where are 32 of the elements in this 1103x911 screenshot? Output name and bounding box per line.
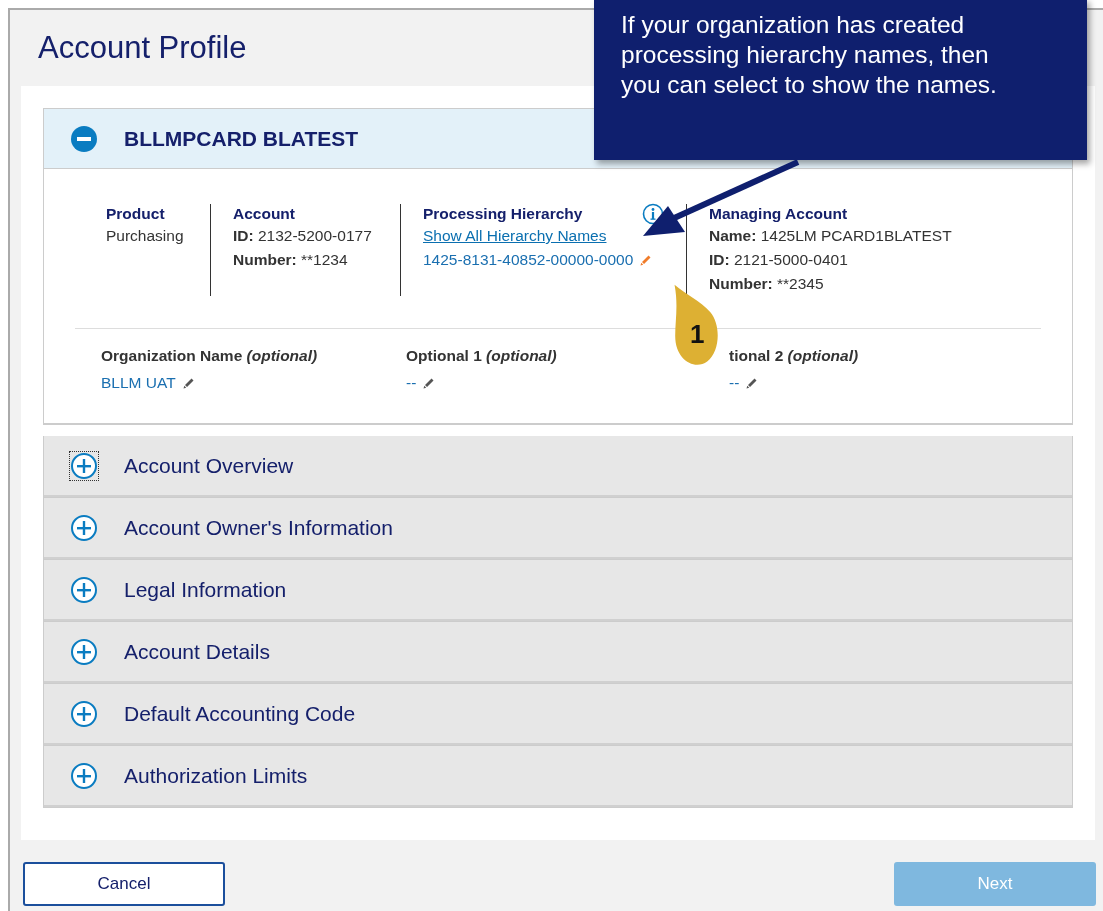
expand-icon[interactable] — [70, 575, 98, 604]
expand-icon[interactable] — [70, 451, 98, 480]
field-value[interactable]: -- — [729, 371, 740, 395]
field-value: Name: 1425LM PCARD1BLATEST — [709, 226, 952, 246]
field-label: Organization Name (optional) — [101, 347, 319, 365]
field-value[interactable]: -- — [406, 371, 417, 395]
column-heading: Managing Account — [709, 205, 848, 223]
collapse-icon[interactable] — [70, 124, 98, 153]
page-title: Account Profile — [37, 29, 247, 67]
pencil-icon[interactable] — [422, 376, 437, 390]
field-value: ID: 2132-5200-0177 — [233, 226, 373, 246]
field-label: Optional 1 (optional) — [406, 347, 558, 365]
callout-tooltip: If your organization has created processing hierarchy names, then you can select to show the names. — [594, 0, 1087, 160]
field-value: Purchasing — [106, 226, 185, 246]
field-value: Number: **2345 — [709, 274, 825, 294]
section-header[interactable]: Authorization Limits — [44, 746, 1072, 807]
column-heading: Product — [106, 205, 165, 223]
field-value: ID: 2121-5000-0401 — [709, 250, 849, 270]
column-heading: Processing Hierarchy — [423, 205, 583, 223]
field-value: Number: **1234 — [233, 250, 349, 270]
column-heading: Account — [233, 205, 295, 223]
field-value[interactable]: BLLM UAT — [101, 371, 176, 395]
pencil-icon[interactable] — [181, 376, 196, 390]
cancel-button[interactable]: Cancel — [23, 862, 225, 906]
pencil-icon[interactable] — [745, 376, 760, 390]
hierarchy-value[interactable]: 1425-8131-40852-00000-0000 — [423, 248, 634, 272]
expand-icon[interactable] — [70, 761, 98, 790]
show-names-link[interactable]: Show All Hierarchy Names — [423, 227, 607, 244]
expand-icon[interactable] — [70, 699, 98, 728]
field-label: tional 2 (optional) — [729, 347, 860, 365]
expand-icon[interactable] — [70, 513, 98, 542]
expand-icon[interactable] — [70, 637, 98, 666]
